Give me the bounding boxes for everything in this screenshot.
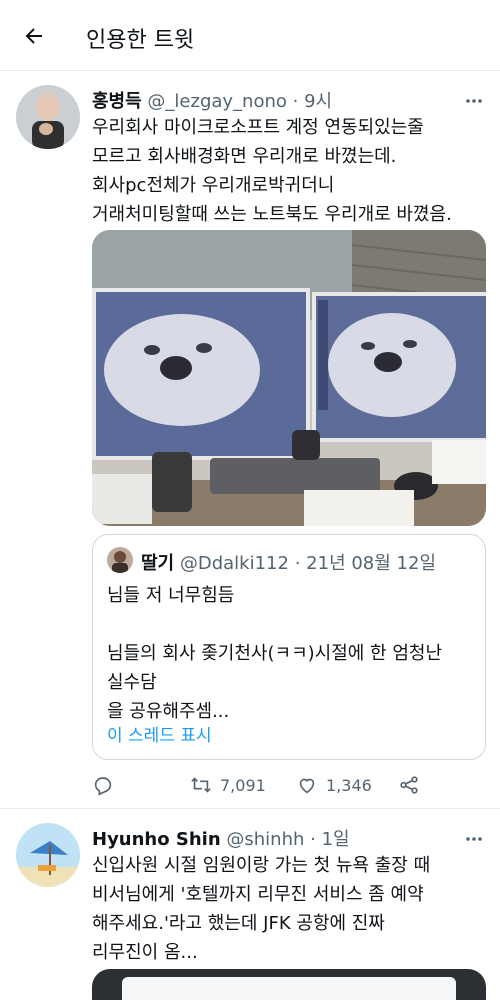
retweet-count: 7,091 [220, 775, 266, 795]
tweet-actions: 7,091 1,346 [92, 770, 472, 800]
page-title: 인용한 트윗 [86, 28, 195, 53]
author-handle[interactable]: @_lezgay_nono [147, 91, 286, 112]
more-dots-icon [466, 837, 482, 841]
tweet-photo[interactable] [92, 969, 486, 1000]
more-dots-icon [466, 99, 482, 103]
separator-dot: · [294, 553, 301, 574]
tweet-time[interactable]: 1일 [322, 829, 350, 850]
retweet-button[interactable]: 7,091 [190, 770, 266, 800]
reply-button[interactable] [92, 770, 114, 800]
tweet-author-line: Hyunho Shin @shinhh · 1일 [92, 825, 350, 851]
tweet[interactable]: Hyunho Shin @shinhh · 1일 신입사원 시절 임원이랑 가는… [0, 809, 500, 1000]
quoted-avatar[interactable] [107, 547, 133, 573]
back-button[interactable] [18, 20, 50, 52]
share-icon [400, 776, 418, 794]
quoted-author-handle: @Ddalki112 [179, 553, 289, 574]
avatar[interactable] [16, 85, 80, 149]
quoted-date: 21년 08월 12일 [306, 553, 437, 574]
heart-icon [299, 778, 315, 794]
more-button[interactable] [464, 829, 484, 849]
separator-dot: · [292, 91, 299, 112]
like-count: 1,346 [326, 775, 372, 795]
avatar[interactable] [16, 823, 80, 887]
tweet-time[interactable]: 9시 [304, 91, 332, 112]
separator-dot: · [310, 829, 316, 850]
quoted-text: 님들 저 너무힘듬 님들의 회사 좆기천사(ㅋㅋ)시절에 한 엄청난 실수담 을… [107, 585, 443, 722]
retweet-icon [191, 777, 211, 793]
quoted-author-line: 딸기 @Ddalki112 · 21년 08월 12일 [141, 549, 436, 575]
show-thread-link[interactable]: 이 스레드 표시 [107, 721, 212, 746]
tweet-author-line: 홍병득 @_lezgay_nono · 9시 [92, 87, 332, 113]
tweet-text: 신입사원 시절 임원이랑 가는 첫 뉴욕 출장 때 비서님에게 '호텔까지 리무… [92, 855, 431, 963]
author-name[interactable]: 홍병득 [92, 91, 142, 112]
reply-icon [94, 777, 112, 796]
tweet[interactable]: 홍병득 @_lezgay_nono · 9시 우리회사 마이크로소프트 계정 연… [0, 71, 500, 808]
quoted-tweet[interactable]: 딸기 @Ddalki112 · 21년 08월 12일 님들 저 너무힘듬 님들… [92, 534, 486, 760]
like-button[interactable]: 1,346 [296, 770, 372, 800]
author-name[interactable]: Hyunho Shin [92, 829, 221, 850]
tweet-photo[interactable] [92, 230, 486, 526]
tweet-text: 우리회사 마이크로소프트 계정 연동되있는줄 모르고 회사배경화면 우리개로 바… [92, 117, 452, 225]
more-button[interactable] [464, 91, 484, 111]
share-button[interactable] [398, 770, 420, 800]
arrow-left-icon [25, 28, 42, 44]
quoted-author-name: 딸기 [141, 553, 175, 574]
top-bar: 인용한 트윗 [0, 0, 500, 70]
author-handle[interactable]: @shinhh [226, 829, 304, 850]
